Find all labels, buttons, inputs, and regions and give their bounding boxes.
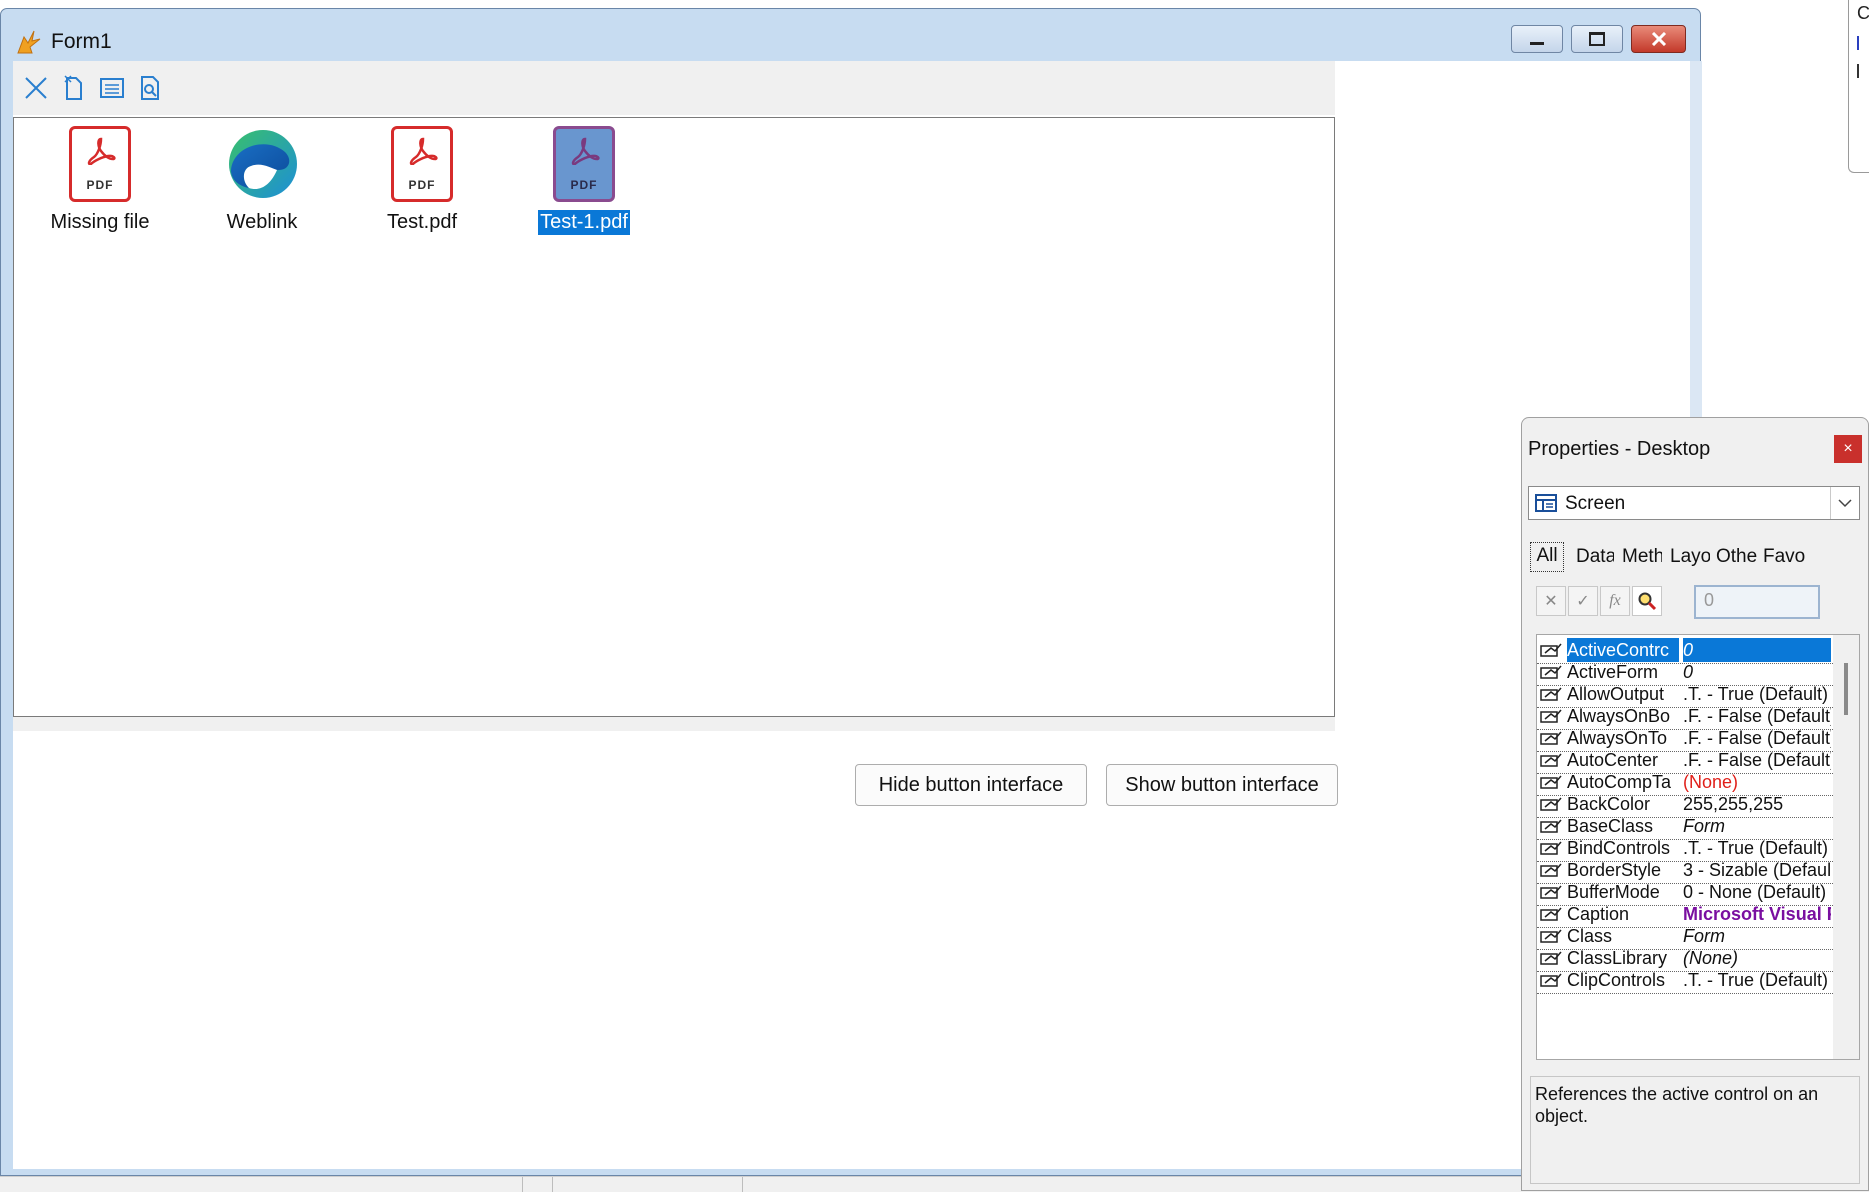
tab-data[interactable]: Data xyxy=(1576,542,1614,572)
property-icon xyxy=(1540,709,1562,723)
zoom-button[interactable] xyxy=(1632,586,1662,616)
property-icon xyxy=(1540,797,1562,811)
title-bar[interactable]: Form1 xyxy=(1,9,1700,61)
list-view-icon xyxy=(100,78,124,98)
properties-close-button[interactable]: × xyxy=(1834,435,1862,463)
tab-methods[interactable]: Meth xyxy=(1622,542,1662,572)
minimize-icon xyxy=(1530,41,1544,45)
object-selector[interactable]: Screen xyxy=(1528,486,1860,520)
code-window-title: C xyxy=(1857,3,1869,23)
function-button[interactable]: fx xyxy=(1600,586,1630,616)
tab-all[interactable]: All xyxy=(1530,542,1564,572)
toolbar-preview-button[interactable] xyxy=(133,71,167,105)
list-item[interactable]: Weblink xyxy=(192,126,332,235)
property-icon xyxy=(1540,819,1562,833)
form-client-area: PDF Missing file Weblink PDF Test.pdf PD… xyxy=(13,61,1702,1169)
list-item[interactable]: PDF Test.pdf xyxy=(352,126,492,235)
close-button[interactable] xyxy=(1631,25,1686,53)
status-segment xyxy=(552,1177,743,1192)
toolbar-details-button[interactable] xyxy=(95,71,129,105)
chevron-down-icon xyxy=(1838,499,1852,508)
tab-other[interactable]: Other xyxy=(1716,542,1758,572)
file-label: Weblink xyxy=(226,211,298,233)
pdf-badge-text: PDF xyxy=(408,178,436,192)
property-icon xyxy=(1540,863,1562,877)
dropdown-button[interactable] xyxy=(1830,487,1859,519)
status-segment xyxy=(0,1177,523,1192)
properties-title: Properties - Desktop xyxy=(1528,438,1711,460)
foxpro-app-icon xyxy=(17,30,41,54)
hide-button-interface-button[interactable]: Hide button interface xyxy=(855,764,1087,806)
property-icon xyxy=(1540,841,1562,855)
screen-object-icon xyxy=(1535,494,1557,512)
file-label: Test-1.pdf xyxy=(538,210,630,235)
property-icon xyxy=(1540,951,1562,965)
close-x-icon xyxy=(25,77,47,99)
cancel-icon: ✕ xyxy=(1544,593,1558,610)
toolbar-delete-button[interactable] xyxy=(19,71,53,105)
window-title: Form1 xyxy=(51,30,112,53)
show-button-interface-button[interactable]: Show button interface xyxy=(1106,764,1338,806)
property-value[interactable]: .T. - True (Default) xyxy=(1683,968,1831,992)
preview-icon xyxy=(141,76,159,100)
property-icon xyxy=(1540,775,1562,789)
property-icon xyxy=(1540,665,1562,679)
check-icon: ✓ xyxy=(1576,593,1590,610)
property-icon xyxy=(1540,907,1562,921)
minimize-button[interactable] xyxy=(1511,25,1563,53)
tab-layout[interactable]: Layou xyxy=(1670,542,1710,572)
tab-favorites[interactable]: Favor xyxy=(1763,542,1805,572)
toolbar-new-button[interactable] xyxy=(57,71,91,105)
property-icon xyxy=(1540,753,1562,767)
pdf-icon: PDF xyxy=(553,126,615,202)
close-icon xyxy=(1651,32,1666,46)
list-item[interactable]: PDF Missing file xyxy=(30,126,170,235)
cancel-edit-button[interactable]: ✕ xyxy=(1536,586,1566,616)
form1-window[interactable]: Form1 PDF Missing file Weblink PDF Test.… xyxy=(0,8,1702,1176)
property-icon xyxy=(1540,687,1562,701)
new-file-icon xyxy=(64,75,82,100)
property-name: ClipControls xyxy=(1567,970,1666,990)
property-icon xyxy=(1540,929,1562,943)
list-horizontal-scrollbar[interactable] xyxy=(13,717,1335,731)
property-grid[interactable]: ActiveContrc 0 ActiveForm 0 AllowOutput .T. -… xyxy=(1536,634,1860,1060)
restore-icon xyxy=(1589,32,1605,46)
edge-icon xyxy=(229,130,297,198)
code-window-peek[interactable]: C xyxy=(1848,0,1869,173)
property-icon xyxy=(1540,885,1562,899)
pdf-badge-text: PDF xyxy=(86,178,114,192)
file-label: Missing file xyxy=(50,211,150,233)
file-label: Test.pdf xyxy=(386,211,458,233)
property-tabs: All Data Meth Layou Other Favor xyxy=(1530,542,1866,572)
property-icon xyxy=(1540,973,1562,987)
property-value-field[interactable]: 0 xyxy=(1694,585,1820,619)
scrollbar-thumb[interactable] xyxy=(1844,663,1848,715)
file-list-view[interactable]: PDF Missing file Weblink PDF Test.pdf PD… xyxy=(13,117,1335,717)
pdf-badge-text: PDF xyxy=(570,178,598,192)
list-item[interactable]: PDF Test-1.pdf xyxy=(514,126,654,235)
properties-window[interactable]: Properties - Desktop × Screen All Data M… xyxy=(1521,417,1869,1191)
property-icon xyxy=(1540,643,1562,657)
pdf-icon: PDF xyxy=(69,126,131,202)
property-description: References the active control on an obje… xyxy=(1530,1076,1860,1184)
pdf-icon: PDF xyxy=(391,126,453,202)
maximize-button[interactable] xyxy=(1571,25,1623,53)
magnifier-icon xyxy=(1638,592,1657,611)
property-row[interactable]: ClipControls .T. - True (Default) xyxy=(1537,967,1833,994)
object-selector-value: Screen xyxy=(1565,493,1626,514)
accept-edit-button[interactable]: ✓ xyxy=(1568,586,1598,616)
property-edit-toolbar: ✕ ✓ fx 0 xyxy=(1536,585,1836,620)
status-segment xyxy=(522,1177,553,1192)
toolbar xyxy=(13,61,1335,115)
property-grid-scrollbar[interactable] xyxy=(1833,635,1859,1059)
code-line xyxy=(1857,64,1867,78)
code-line xyxy=(1857,36,1867,50)
fx-icon: fx xyxy=(1609,592,1621,609)
property-icon xyxy=(1540,731,1562,745)
